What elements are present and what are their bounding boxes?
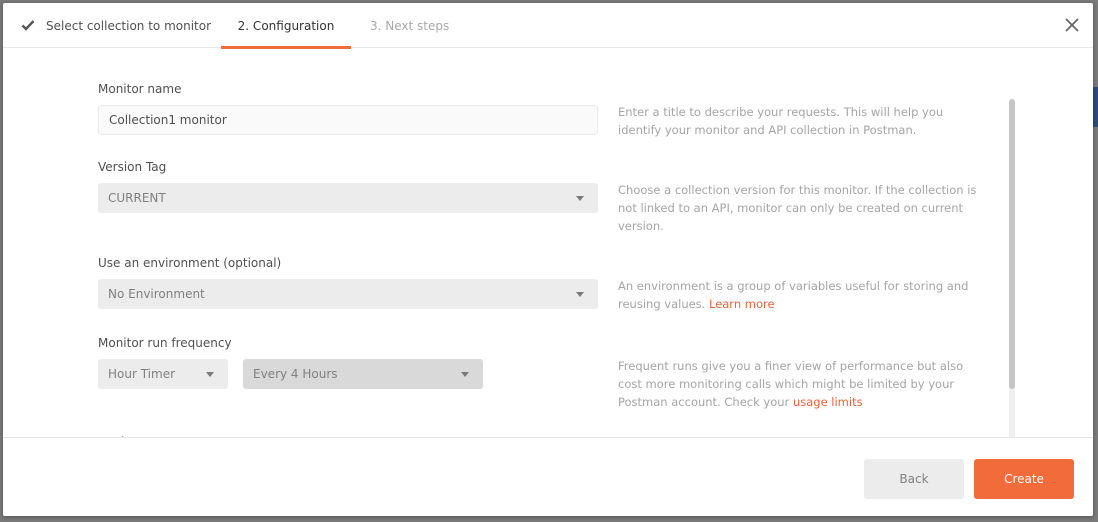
frequency-label: Monitor run frequency	[98, 336, 232, 350]
step-label: 3. Next steps	[370, 19, 450, 33]
stepper-header: Select collection to monitor 2. Configur…	[3, 3, 1093, 49]
close-icon[interactable]	[1063, 16, 1081, 34]
environment-help-text: An environment is a group of variables u…	[618, 279, 969, 311]
modal-footer: Back Create	[3, 437, 1093, 516]
scrollbar-thumb[interactable]	[1009, 99, 1015, 389]
version-tag-value: CURRENT	[108, 191, 166, 205]
environment-help: An environment is a group of variables u…	[618, 277, 988, 313]
step-next-steps: 3. Next steps	[370, 3, 449, 48]
chevron-down-icon	[206, 372, 214, 377]
usage-limits-link[interactable]: usage limits	[793, 395, 863, 409]
interval-select[interactable]: Every 4 Hours	[243, 359, 483, 389]
monitor-name-label: Monitor name	[98, 82, 182, 96]
environment-label: Use an environment (optional)	[98, 256, 282, 270]
learn-more-link[interactable]: Learn more	[709, 297, 775, 311]
scrollbar-track[interactable]	[1009, 99, 1015, 437]
chevron-down-icon	[576, 196, 584, 201]
frequency-help-text: Frequent runs give you a finer view of p…	[618, 359, 964, 409]
create-monitor-modal: Select collection to monitor 2. Configur…	[3, 3, 1093, 516]
chevron-down-icon	[576, 292, 584, 297]
timer-type-select[interactable]: Hour Timer	[98, 359, 228, 389]
environment-select[interactable]: No Environment	[98, 279, 598, 309]
step-select-collection[interactable]: Select collection to monitor	[21, 3, 211, 48]
monitor-name-input[interactable]	[98, 105, 598, 135]
environment-value: No Environment	[108, 287, 205, 301]
step-label: 2. Configuration	[237, 19, 335, 33]
interval-value: Every 4 Hours	[253, 367, 338, 381]
form-body: Monitor name Enter a title to describe y…	[3, 49, 1093, 437]
create-button[interactable]: Create	[974, 459, 1074, 499]
step-label: Select collection to monitor	[46, 19, 212, 33]
back-button[interactable]: Back	[864, 459, 964, 499]
check-icon	[21, 20, 35, 31]
version-tag-help: Choose a collection version for this mon…	[618, 183, 977, 233]
version-tag-label: Version Tag	[98, 160, 167, 174]
monitor-name-help: Enter a title to describe your requests.…	[618, 105, 944, 137]
backdrop-app-edge	[1093, 87, 1098, 127]
timer-type-value: Hour Timer	[108, 367, 176, 381]
frequency-help: Frequent runs give you a finer view of p…	[618, 357, 988, 411]
chevron-down-icon	[461, 372, 469, 377]
version-tag-select[interactable]: CURRENT	[98, 183, 598, 213]
step-configuration[interactable]: 2. Configuration	[221, 3, 351, 49]
